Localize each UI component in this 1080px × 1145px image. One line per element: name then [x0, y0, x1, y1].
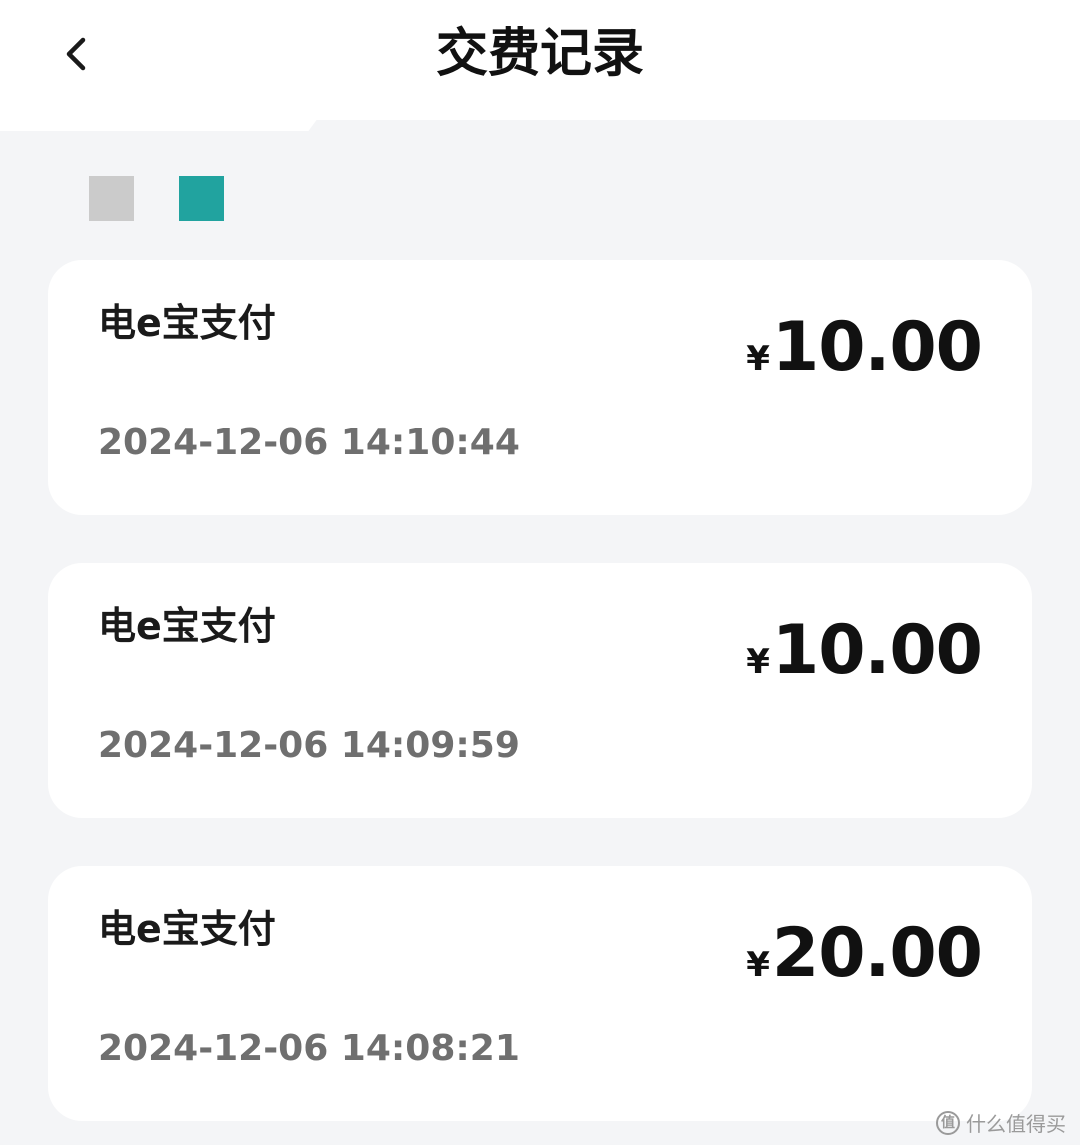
watermark: 值 什么值得买 [936, 1108, 1066, 1137]
record-amount: ¥10.00 [746, 308, 983, 405]
currency-symbol: ¥ [746, 642, 770, 682]
record-payment-method: 电e宝支付 [98, 604, 276, 648]
filter-tab-gray[interactable] [89, 176, 134, 221]
record-timestamp: 2024-12-06 14:10:44 [98, 422, 520, 463]
record-amount: ¥10.00 [746, 611, 983, 708]
record-card[interactable]: 电e宝支付 ¥10.00 2024-12-06 14:09:59 [48, 563, 1032, 818]
page-title: 交费记录 [435, 24, 644, 84]
record-card[interactable]: 电e宝支付 ¥10.00 2024-12-06 14:10:44 [48, 260, 1032, 515]
currency-symbol: ¥ [746, 339, 770, 379]
amount-value: 10.00 [771, 308, 983, 387]
record-payment-method: 电e宝支付 [98, 907, 276, 951]
filter-tab-teal[interactable] [179, 176, 224, 221]
amount-value: 20.00 [771, 914, 983, 993]
header-tab-edge [0, 118, 318, 131]
record-card[interactable]: 电e宝支付 ¥20.00 2024-12-06 14:08:21 [48, 866, 1032, 1121]
watermark-logo-icon: 值 [936, 1110, 960, 1135]
record-amount: ¥20.00 [746, 914, 983, 1011]
amount-value: 10.00 [771, 611, 983, 690]
record-timestamp: 2024-12-06 14:08:21 [98, 1028, 520, 1069]
record-timestamp: 2024-12-06 14:09:59 [98, 725, 520, 766]
currency-symbol: ¥ [746, 945, 770, 985]
watermark-text: 什么值得买 [966, 1112, 1066, 1136]
record-payment-method: 电e宝支付 [98, 301, 276, 345]
